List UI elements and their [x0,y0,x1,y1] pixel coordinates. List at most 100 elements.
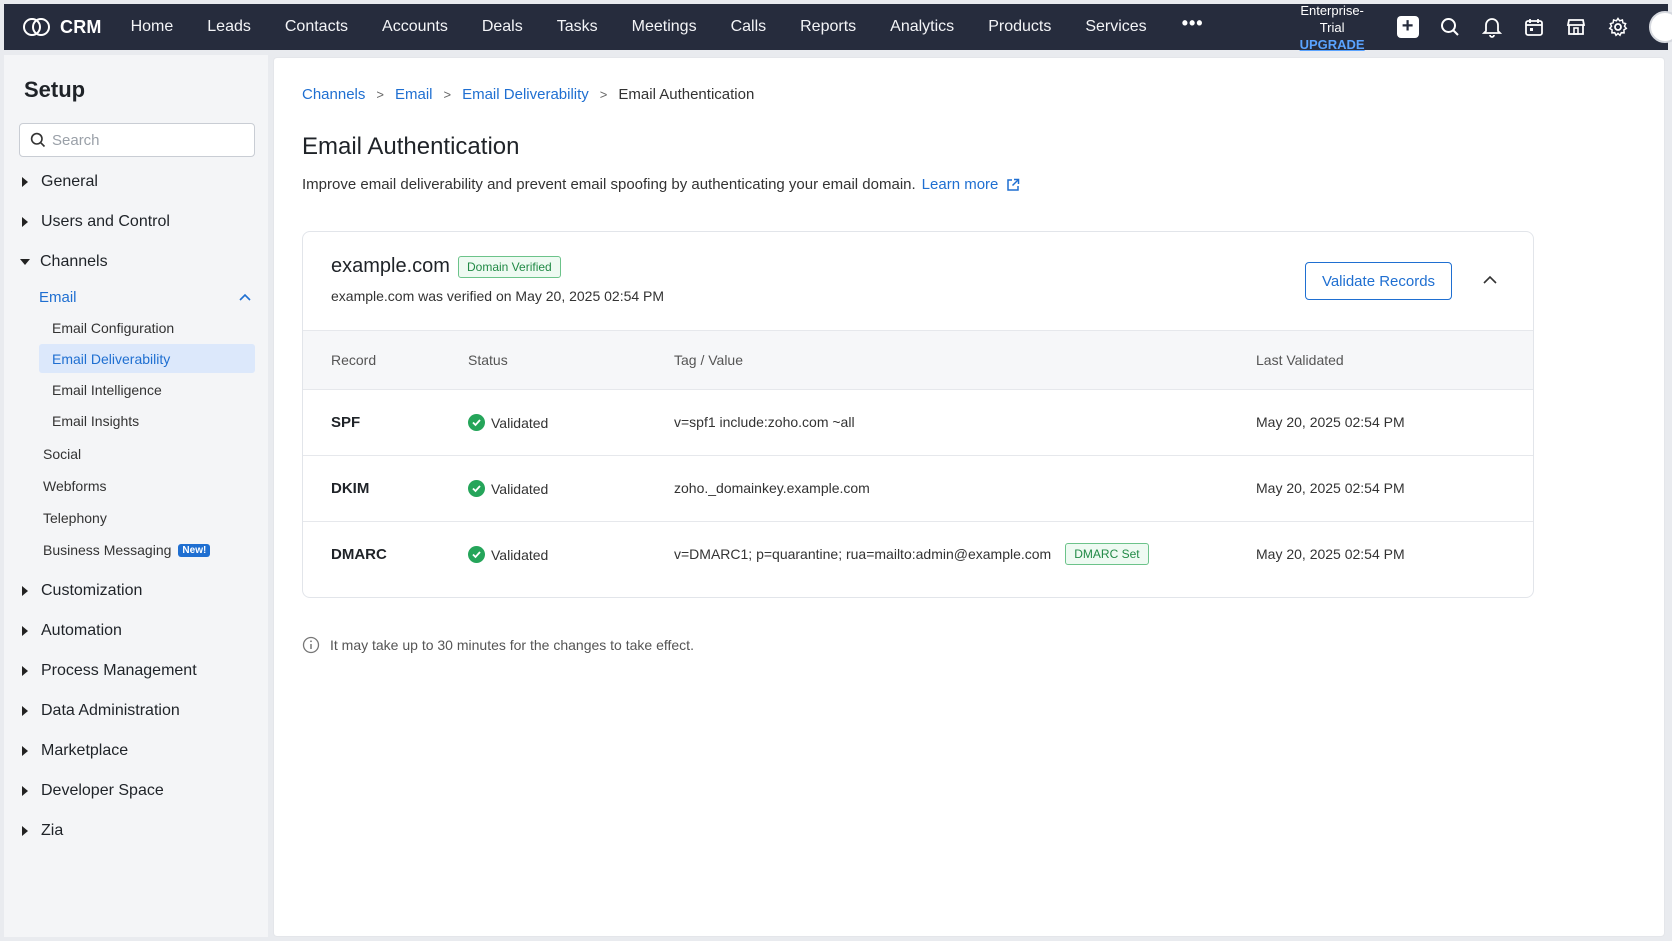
sidebar-item-email[interactable]: Email [39,285,255,309]
column-header-last-validated: Last Validated [1256,352,1344,368]
setup-title: Setup [24,77,86,102]
sidebar-item-email-configuration[interactable]: Email Configuration [39,313,255,342]
sidebar-item-business-messaging[interactable]: Business Messaging New! [43,542,211,558]
record-type: DMARC [331,546,387,563]
nav-products[interactable]: Products [971,18,1068,36]
domain-verified-text: example.com was verified on May 20, 2025… [331,288,665,304]
record-value-cell: v=DMARC1; p=quarantine; rua=mailto:admin… [674,543,1149,565]
check-circle-icon [468,480,485,497]
sidebar-item-label: Marketplace [41,742,129,759]
breadcrumb-separator-icon: > [443,87,452,102]
caret-right-icon [22,586,28,596]
sidebar-item-process-management[interactable]: Process Management [22,662,197,680]
sidebar-item-customization[interactable]: Customization [22,582,142,600]
brand[interactable]: CRM [22,16,102,38]
sidebar-item-email-insights[interactable]: Email Insights [39,406,255,435]
caret-down-icon [20,259,30,265]
sidebar-item-email-deliverability[interactable]: Email Deliverability [39,344,255,373]
record-last-validated: May 20, 2025 02:54 PM [1256,546,1405,562]
table-row: DMARC Validated v=DMARC1; p=quarantine; … [303,522,1533,588]
marketplace-store-icon[interactable] [1555,12,1597,42]
trial-info: Enterprise-Trial UPGRADE [1300,2,1365,53]
nav-services[interactable]: Services [1068,18,1163,36]
user-avatar[interactable] [1648,11,1672,43]
domain-card-header: example.com Domain Verified example.com … [303,232,1533,330]
caret-right-icon [22,826,28,836]
sidebar-item-developer-space[interactable]: Developer Space [22,782,164,800]
sidebar-search[interactable] [19,123,255,157]
sidebar-item-email-intelligence[interactable]: Email Intelligence [39,375,255,404]
chevron-up-icon[interactable] [1479,268,1501,290]
main-nav: Home Leads Contacts Accounts Deals Tasks… [114,13,1222,42]
status-text: Validated [491,480,549,497]
sidebar-item-social[interactable]: Social [43,446,81,462]
check-circle-icon [468,546,485,563]
sidebar-item-general[interactable]: General [22,173,98,191]
breadcrumb-channels[interactable]: Channels [302,86,365,103]
nav-meetings[interactable]: Meetings [615,18,714,36]
learn-more-link[interactable]: Learn more [922,176,999,193]
sidebar-item-label: Process Management [41,662,197,679]
sidebar-item-telephony[interactable]: Telephony [43,510,107,526]
record-value: zoho._domainkey.example.com [674,480,870,496]
sidebar-item-label: Data Administration [41,702,180,719]
crm-logo-icon [22,16,54,38]
nav-contacts[interactable]: Contacts [268,18,365,36]
nav-analytics[interactable]: Analytics [873,18,971,36]
breadcrumb: Channels > Email > Email Deliverability … [302,86,754,103]
quick-create-icon[interactable]: + [1387,12,1429,42]
nav-reports[interactable]: Reports [783,18,873,36]
caret-right-icon [22,706,28,716]
settings-gear-icon[interactable] [1597,12,1639,42]
sidebar-item-automation[interactable]: Automation [22,622,122,640]
sidebar-item-marketplace[interactable]: Marketplace [22,742,128,760]
page-description: Improve email deliverability and prevent… [302,176,1020,193]
nav-tasks[interactable]: Tasks [540,18,615,36]
sidebar-item-label: Zia [41,822,64,839]
table-row: DKIM Validated zoho._domainkey.example.c… [303,456,1533,522]
upgrade-link[interactable]: UPGRADE [1300,36,1365,53]
calendar-icon[interactable] [1513,12,1555,42]
column-header-record: Record [331,352,377,368]
search-icon[interactable] [1429,12,1471,42]
breadcrumb-email-deliverability[interactable]: Email Deliverability [462,86,589,103]
nav-deals[interactable]: Deals [465,18,540,36]
column-header-tag-value: Tag / Value [674,352,744,368]
nav-leads[interactable]: Leads [190,18,268,36]
more-menu-icon[interactable]: ••• [1164,13,1222,42]
record-status: Validated [468,414,548,431]
status-text: Validated [491,414,549,431]
domain-verified-badge: Domain Verified [458,256,561,278]
sidebar-item-zia[interactable]: Zia [22,822,63,840]
sidebar-item-users[interactable]: Users and Control [22,213,170,231]
column-header-status: Status [468,352,508,368]
sidebar-item-channels[interactable]: Channels [20,253,108,271]
external-link-icon[interactable] [1006,178,1020,192]
sidebar-item-label: Users and Control [41,213,170,230]
validate-records-button[interactable]: Validate Records [1305,262,1452,300]
nav-home[interactable]: Home [114,18,191,36]
top-navigation-bar: CRM Home Leads Contacts Accounts Deals T… [4,2,1672,53]
sidebar-item-label: Automation [41,622,122,639]
record-last-validated: May 20, 2025 02:54 PM [1256,480,1405,496]
sidebar-item-data-administration[interactable]: Data Administration [22,702,180,720]
sidebar-item-webforms[interactable]: Webforms [43,478,107,494]
breadcrumb-current: Email Authentication [618,86,755,103]
nav-accounts[interactable]: Accounts [365,18,465,36]
caret-right-icon [22,626,28,636]
record-status: Validated [468,480,548,497]
notifications-bell-icon[interactable] [1471,12,1513,42]
chevron-up-icon[interactable] [239,293,251,301]
app-name: CRM [60,16,102,37]
status-text: Validated [491,546,549,563]
record-value: v=DMARC1; p=quarantine; rua=mailto:admin… [674,546,1052,562]
dmarc-set-badge: DMARC Set [1065,543,1149,565]
sidebar-item-label: Business Messaging [43,542,172,558]
record-status: Validated [468,546,548,563]
search-icon [30,132,46,148]
breadcrumb-email[interactable]: Email [395,86,433,103]
record-value: v=spf1 include:zoho.com ~all [674,414,855,430]
sidebar-search-input[interactable] [52,131,242,149]
breadcrumb-separator-icon: > [599,87,608,102]
nav-calls[interactable]: Calls [714,18,784,36]
